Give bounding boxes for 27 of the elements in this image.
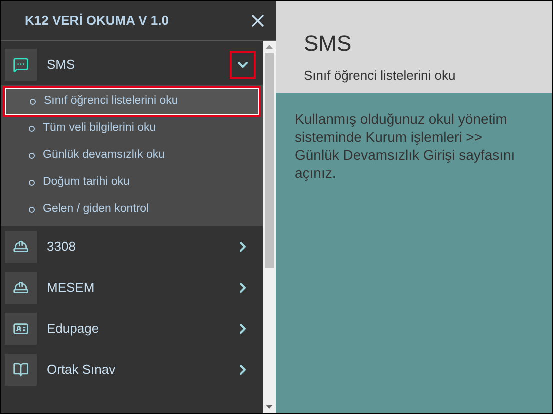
bullet-icon — [29, 126, 35, 132]
scroll-down-arrow-icon[interactable] — [266, 405, 273, 409]
submenu-item[interactable]: Doğum tarihi oku — [5, 169, 259, 196]
page-title: SMS — [304, 30, 353, 58]
worker-icon — [13, 280, 29, 296]
scrollbar[interactable] — [263, 41, 276, 413]
menu-item-label[interactable]: SMS — [47, 54, 231, 74]
bullet-icon — [30, 98, 36, 104]
menu-item-label[interactable]: Edupage — [47, 318, 231, 338]
bullet-icon — [29, 152, 35, 158]
book-icon — [13, 362, 29, 378]
submenu-item[interactable]: Günlük devamsızlık oku — [5, 142, 259, 169]
menu-item-label[interactable]: Ortak Sınav — [47, 360, 231, 380]
submenu-item[interactable]: Gelen / giden kontrol — [5, 196, 259, 223]
menu-item-label[interactable]: 3308 — [47, 236, 231, 256]
sidebar-title: K12 VERİ OKUMA V 1.0 — [25, 12, 170, 30]
submenu-item[interactable]: Tüm veli bilgilerini oku — [5, 115, 259, 142]
collapse-button[interactable] — [231, 52, 255, 78]
chat-icon — [13, 56, 29, 72]
submenu-item[interactable]: Sınıf öğrenci listelerini oku — [5, 88, 259, 115]
page-subtitle: Sınıf öğrenci listelerini oku — [304, 67, 457, 85]
bullet-icon — [29, 180, 35, 186]
menu-item-label[interactable]: MESEM — [47, 278, 231, 298]
instruction-text: Kullanmış olduğunuz okul yönetim sisteminde Kurum işlemleri >> Günlük Devamsızlık Girişi sayfasını açınız. — [295, 110, 516, 182]
bullet-icon — [29, 206, 35, 212]
id-card-icon — [13, 320, 29, 336]
worker-icon — [13, 238, 29, 254]
